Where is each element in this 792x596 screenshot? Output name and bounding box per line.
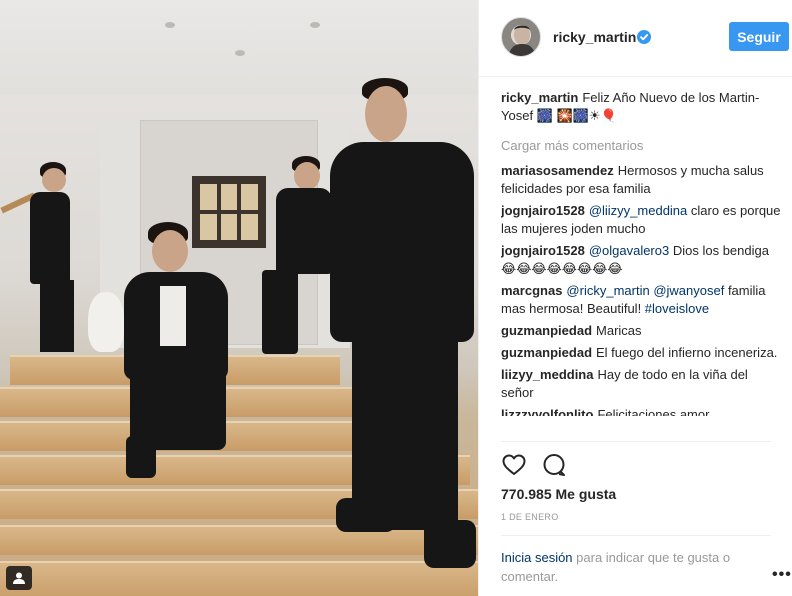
person-child-left (30, 192, 70, 284)
wall-artwork (192, 176, 266, 248)
login-link[interactable]: Inicia sesión (501, 550, 573, 565)
comment-username[interactable]: mariasosamendez (501, 163, 614, 178)
avatar[interactable] (501, 17, 541, 57)
ceiling-light (165, 22, 175, 28)
person-head (152, 230, 188, 272)
person-shoe (336, 498, 396, 532)
like-count[interactable]: 770.985 Me gusta (501, 486, 616, 502)
person-shoe (126, 436, 156, 478)
post-date[interactable]: 1 DE ENERO (501, 512, 559, 522)
divider (501, 441, 771, 442)
person-head (294, 162, 320, 190)
person-shoe (424, 520, 476, 568)
ceiling-light (235, 50, 245, 56)
comment-text: Maricas (596, 323, 642, 338)
person-head (42, 168, 66, 192)
comment-username[interactable]: guzmanpiedad (501, 345, 592, 360)
comment-mention-link[interactable]: @olgavalero3 (589, 243, 669, 258)
comment-username[interactable]: lizzzyyolfonlito (501, 407, 593, 416)
comment-item: liizyy_meddina Hay de todo en la viña del… (501, 366, 781, 402)
person-child-middle (276, 188, 332, 274)
comment-username[interactable]: liizyy_meddina (501, 367, 593, 382)
ceiling-light (310, 22, 320, 28)
comment-item: lizzzyyolfonlito Felicitaciones amor (501, 406, 781, 416)
person-head (365, 86, 407, 142)
comment-text: El fuego del infierno inceneriza. (596, 345, 778, 360)
caption-username[interactable]: ricky_martin (501, 90, 578, 105)
comment-item: marcgnas @ricky_martin @jwanyosef familia… (501, 282, 781, 318)
divider (501, 535, 771, 536)
comment-item: jognjairo1528 @olgavalero3 Dios los bendi… (501, 242, 781, 278)
login-prompt: Inicia sesión para indicar que te gusta … (501, 548, 761, 586)
person-standing-man (330, 142, 474, 342)
load-more-comments-button[interactable]: Cargar más comentarios (501, 137, 781, 155)
post-header: ricky_martin Seguir (479, 0, 792, 77)
header-username[interactable]: ricky_martin (553, 29, 636, 45)
vase (88, 292, 124, 352)
comment-mention-link[interactable]: @liizyy_meddina (589, 203, 687, 218)
comment-mention-link[interactable]: @ricky_martin (566, 283, 649, 298)
ceiling (0, 0, 478, 95)
comment-item: mariasosamendez Hermosos y mucha salus fe… (501, 162, 781, 198)
white-shirt (160, 286, 186, 346)
comment-username[interactable]: jognjairo1528 (501, 243, 585, 258)
person-legs (262, 270, 298, 354)
comment-item: jognjairo1528 @liizyy_meddina claro es po… (501, 202, 781, 238)
caption: ricky_martin Feliz Año Nuevo de los Marti… (501, 89, 781, 125)
person-legs (40, 280, 74, 352)
comments-list: ricky_martin Feliz Año Nuevo de los Marti… (501, 89, 781, 441)
follow-button[interactable]: Seguir (729, 22, 789, 51)
more-options-button[interactable]: ••• (772, 566, 792, 584)
comment-item: guzmanpiedad Maricas (501, 322, 781, 340)
comment-username[interactable]: guzmanpiedad (501, 323, 592, 338)
comment-mention-link[interactable]: #loveislove (645, 301, 709, 316)
post-side-panel: ricky_martin Seguir ricky_martin Feliz Añ… (478, 0, 792, 596)
comment-items: mariasosamendez Hermosos y mucha salus fe… (501, 162, 781, 416)
post-photo[interactable] (0, 0, 478, 596)
comment-bubble-icon[interactable] (541, 452, 567, 478)
comment-username[interactable]: jognjairo1528 (501, 203, 585, 218)
comment-mention-link[interactable]: @jwanyosef (653, 283, 724, 298)
heart-icon[interactable] (501, 452, 527, 478)
verified-badge-icon (637, 30, 651, 44)
comment-item: guzmanpiedad El fuego del infierno incene… (501, 344, 781, 362)
comment-username[interactable]: marcgnas (501, 283, 562, 298)
user-tag-icon (13, 572, 25, 584)
user-tag-button[interactable] (6, 566, 32, 590)
comment-text: Felicitaciones amor (597, 407, 710, 416)
